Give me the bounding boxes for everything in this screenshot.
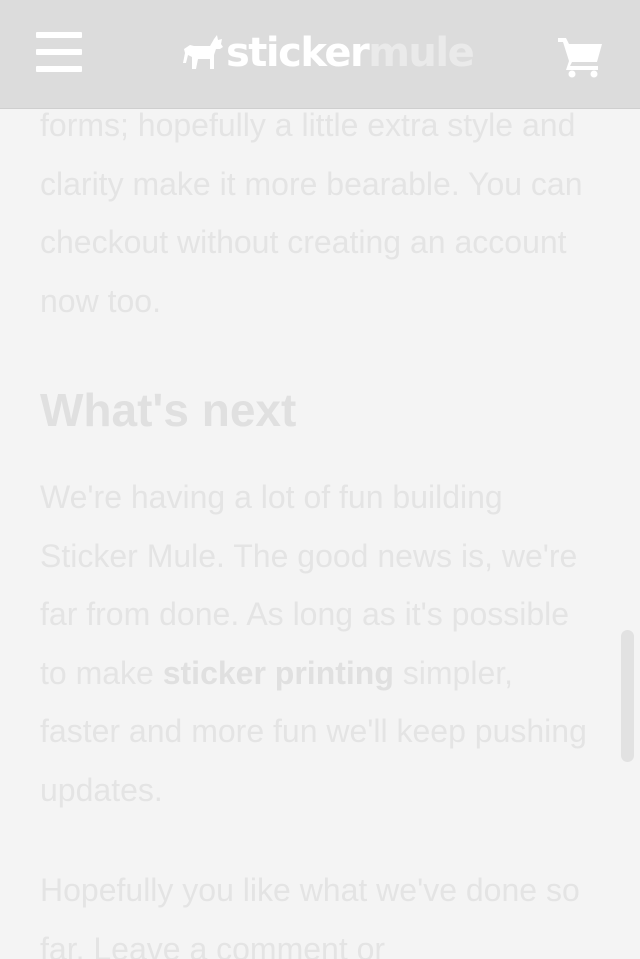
article-paragraph: We're having a lot of fun building Stick… [40, 468, 600, 819]
menu-bar-middle [36, 49, 82, 55]
hamburger-menu-icon[interactable] [36, 32, 82, 74]
article-content: forms; hopefully a little extra style an… [40, 96, 600, 959]
site-logo[interactable]: sticker mule [180, 30, 475, 76]
shopping-cart-icon[interactable] [556, 34, 604, 78]
menu-bar-top [36, 32, 82, 38]
cart-glyph [558, 38, 602, 78]
mule-logo-icon [183, 35, 223, 69]
app-header: sticker mule [0, 0, 640, 109]
logo-text-sticker: sticker [226, 30, 370, 76]
vertical-scrollbar[interactable] [621, 630, 634, 762]
section-heading: What's next [40, 384, 297, 436]
logo-text-mule: mule [368, 30, 475, 76]
menu-bar-bottom [36, 66, 82, 72]
sticker-printing-link[interactable]: sticker printing [163, 655, 394, 691]
article-paragraph: Hopefully you like what we've done so fa… [40, 872, 580, 959]
article-paragraph: forms; hopefully a little extra style an… [40, 107, 583, 319]
